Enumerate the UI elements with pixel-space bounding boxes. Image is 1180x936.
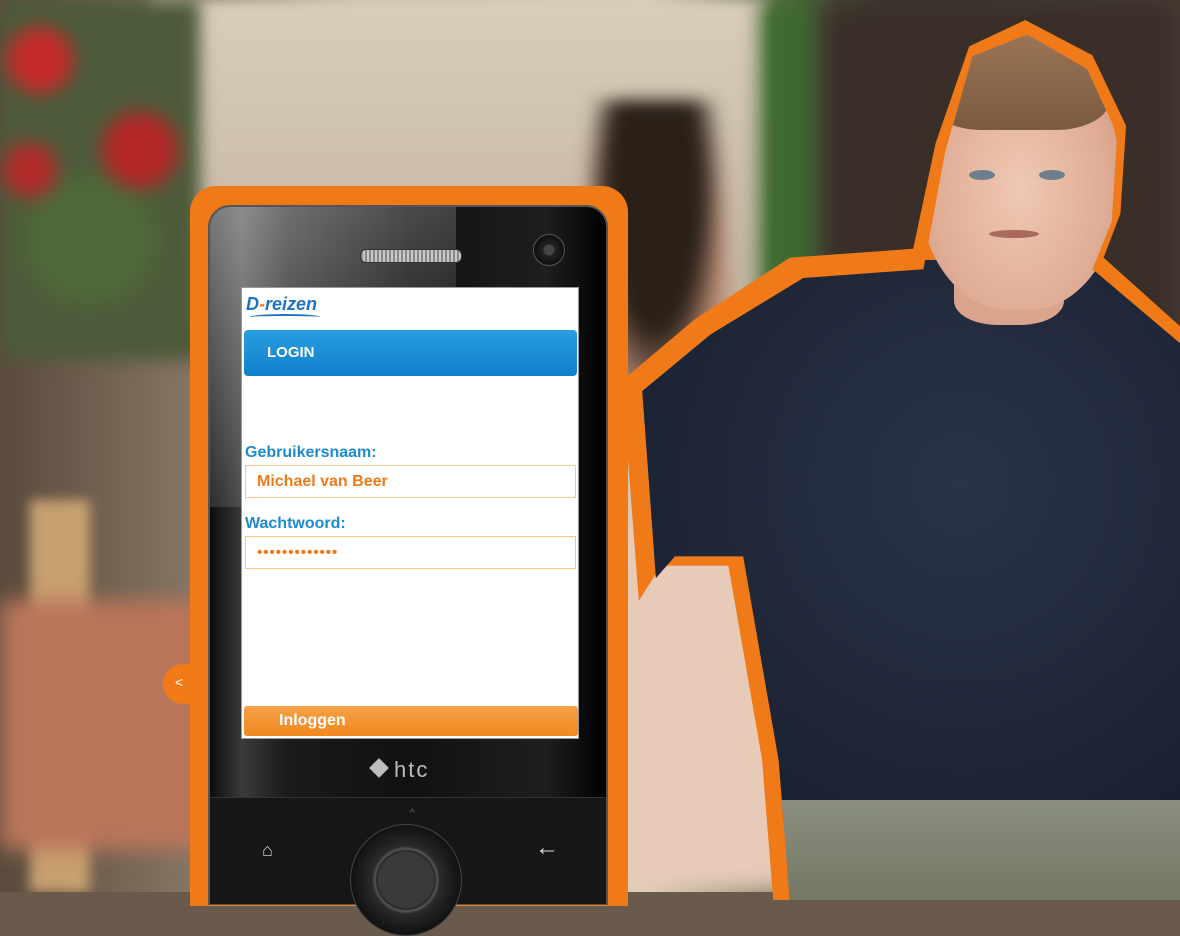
home-icon[interactable]: ⌂ <box>262 840 273 861</box>
phone-device: D-reizen LOGIN Gebruikersnaam: Michael v… <box>208 205 608 936</box>
phone-screen: D-reizen LOGIN Gebruikersnaam: Michael v… <box>241 287 579 739</box>
username-label: Gebruikersnaam: <box>245 444 377 461</box>
device-brand: htc <box>369 757 430 783</box>
page-title: LOGIN <box>267 344 315 361</box>
logo-word: reizen <box>265 294 318 314</box>
person-jeans <box>774 800 1180 900</box>
logo-swoosh-icon <box>250 314 320 320</box>
chevron-left-icon: < <box>175 674 184 690</box>
person-mouth <box>989 230 1039 238</box>
username-field[interactable]: Michael van Beer <box>245 465 576 498</box>
logo-letter: D <box>246 294 259 314</box>
speaker-grille <box>360 249 462 263</box>
background-flowers <box>0 0 200 360</box>
login-button[interactable]: Inloggen <box>244 706 578 736</box>
password-label: Wachtwoord: <box>245 515 346 532</box>
front-camera-icon <box>533 234 565 266</box>
dpad-button[interactable] <box>350 824 462 936</box>
background-table <box>0 600 220 850</box>
password-field[interactable]: ••••••••••••• <box>245 536 576 569</box>
htc-logo-icon <box>369 758 389 778</box>
app-logo: D-reizen <box>246 294 318 314</box>
login-header: LOGIN <box>244 330 577 376</box>
brand-text: htc <box>394 757 430 782</box>
dpad-up-indicator: ^ <box>410 808 415 819</box>
person-eye-right <box>1039 170 1065 180</box>
back-arrow-icon[interactable]: ← <box>535 834 559 862</box>
person-eye-left <box>969 170 995 180</box>
hardware-navbar: ⌂ ^ ← <box>210 797 606 936</box>
background-plant <box>760 0 820 300</box>
